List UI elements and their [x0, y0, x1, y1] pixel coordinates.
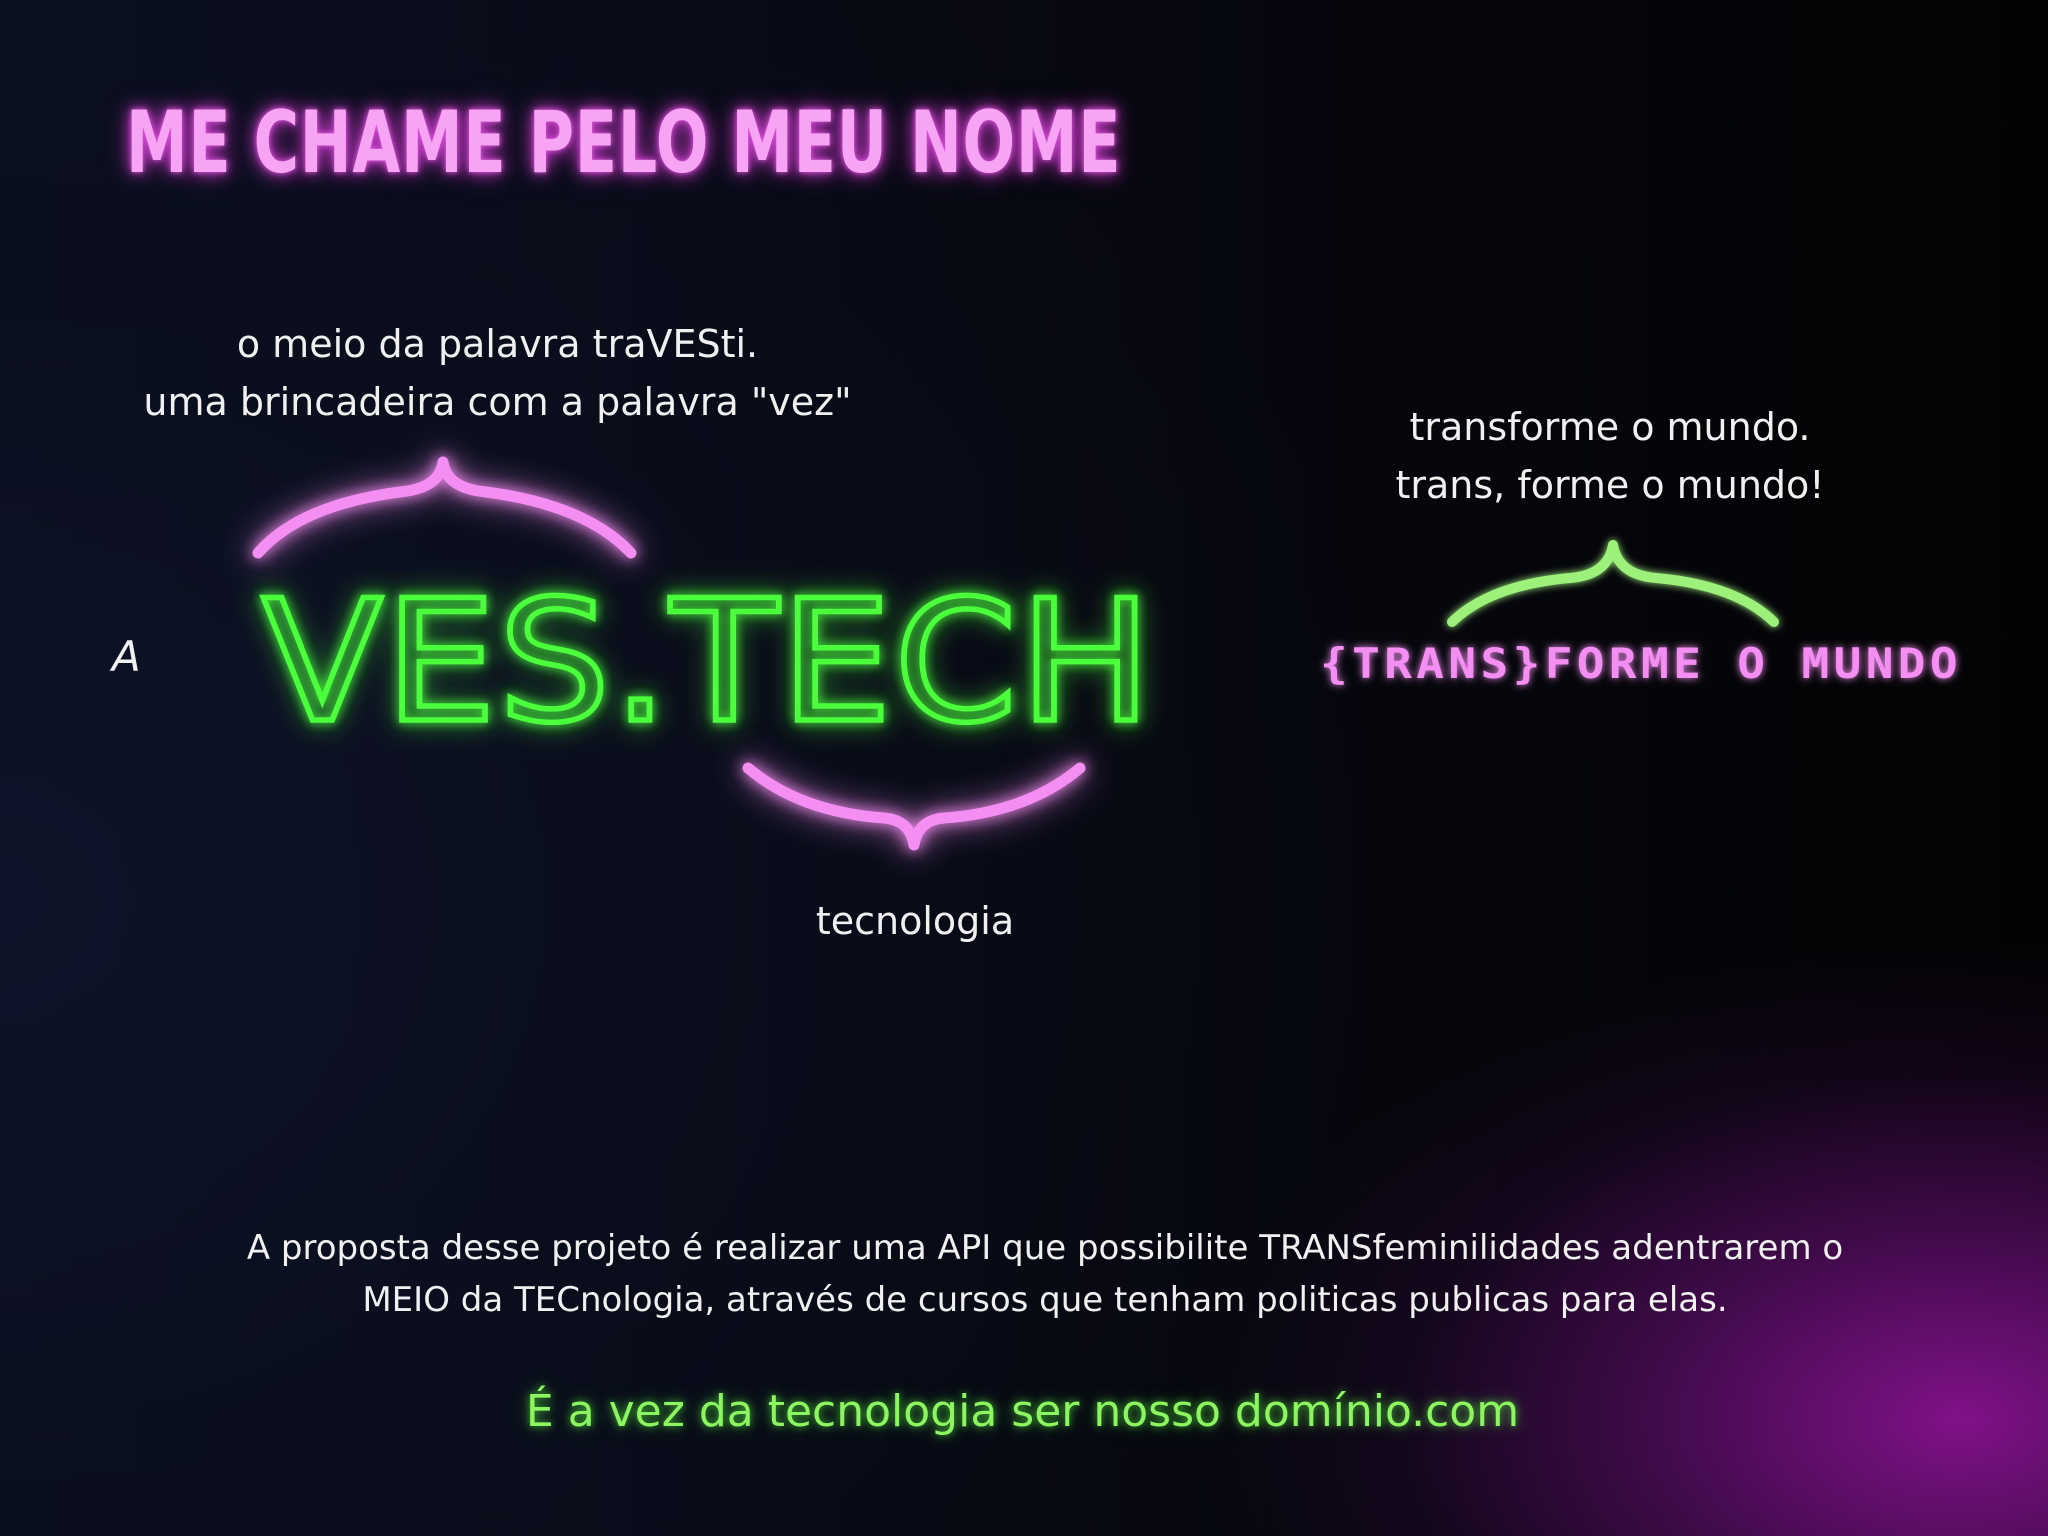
description-line: A proposta desse projeto é realizar uma …	[246, 1228, 1844, 1268]
curly-brace-icon	[252, 456, 637, 559]
project-description: A proposta desse projeto é realizar uma …	[180, 1222, 1910, 1326]
description-line: MEIO da TECnologia, através de cursos qu…	[362, 1280, 1728, 1320]
curly-brace-icon	[742, 762, 1086, 851]
curly-brace-icon	[1447, 540, 1779, 627]
logo-vestech: VES.TECH	[262, 564, 1154, 760]
slogan: É a vez da tecnologia ser nosso domínio.…	[525, 1386, 1520, 1437]
logo-transforme-tagline: {TRANS}FORME O MUNDO	[1320, 639, 1962, 688]
